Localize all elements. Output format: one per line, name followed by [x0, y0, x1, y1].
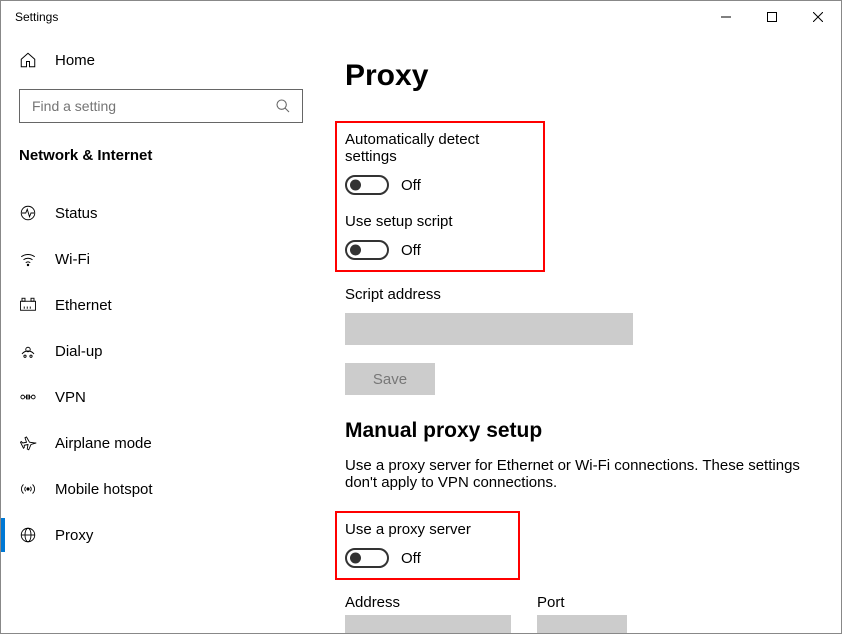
page-title: Proxy — [345, 59, 817, 93]
manual-section-title: Manual proxy setup — [345, 419, 817, 443]
search-input[interactable] — [30, 97, 274, 115]
home-link[interactable]: Home — [1, 41, 321, 79]
sidebar: Home Network & Internet Status Wi-Fi — [1, 33, 321, 633]
sidebar-item-label: Status — [55, 205, 98, 222]
save-button-label: Save — [373, 371, 407, 388]
search-box[interactable] — [19, 89, 303, 123]
content: Proxy Automatically detect settings Off … — [321, 33, 841, 633]
sidebar-item-label: Ethernet — [55, 297, 112, 314]
status-icon — [19, 204, 37, 222]
use-proxy-toggle[interactable] — [345, 548, 389, 568]
category-title: Network & Internet — [1, 141, 321, 180]
sidebar-item-label: Mobile hotspot — [55, 481, 153, 498]
close-button[interactable] — [795, 1, 841, 33]
auto-detect-label: Automatically detect settings — [345, 131, 531, 165]
ethernet-icon — [19, 296, 37, 314]
maximize-button[interactable] — [749, 1, 795, 33]
proxy-icon — [19, 526, 37, 544]
manual-help-text: Use a proxy server for Ethernet or Wi-Fi… — [345, 457, 805, 491]
sidebar-item-vpn[interactable]: VPN — [1, 374, 321, 420]
use-script-label: Use setup script — [345, 213, 531, 230]
vpn-icon — [19, 388, 37, 406]
sidebar-item-label: VPN — [55, 389, 86, 406]
sidebar-item-label: Airplane mode — [55, 435, 152, 452]
search-icon — [274, 97, 292, 115]
script-address-label: Script address — [345, 286, 817, 303]
use-proxy-label: Use a proxy server — [345, 521, 506, 538]
minimize-button[interactable] — [703, 1, 749, 33]
sidebar-item-hotspot[interactable]: Mobile hotspot — [1, 466, 321, 512]
sidebar-item-label: Wi-Fi — [55, 251, 90, 268]
address-input — [345, 615, 511, 633]
highlight-auto-section: Automatically detect settings Off Use se… — [335, 121, 545, 272]
use-script-toggle[interactable] — [345, 240, 389, 260]
home-label: Home — [55, 52, 95, 69]
sidebar-item-ethernet[interactable]: Ethernet — [1, 282, 321, 328]
address-label: Address — [345, 594, 511, 611]
highlight-proxy-section: Use a proxy server Off — [335, 511, 520, 580]
use-proxy-state: Off — [401, 550, 421, 567]
port-input — [537, 615, 627, 633]
home-icon — [19, 51, 37, 69]
airplane-icon — [19, 434, 37, 452]
sidebar-item-status[interactable]: Status — [1, 190, 321, 236]
use-script-state: Off — [401, 242, 421, 259]
sidebar-item-label: Dial-up — [55, 343, 103, 360]
sidebar-item-proxy[interactable]: Proxy — [1, 512, 321, 558]
script-address-input — [345, 313, 633, 345]
save-button: Save — [345, 363, 435, 395]
sidebar-item-label: Proxy — [55, 527, 93, 544]
sidebar-item-airplane[interactable]: Airplane mode — [1, 420, 321, 466]
sidebar-item-wifi[interactable]: Wi-Fi — [1, 236, 321, 282]
auto-detect-state: Off — [401, 177, 421, 194]
auto-detect-toggle[interactable] — [345, 175, 389, 195]
hotspot-icon — [19, 480, 37, 498]
titlebar: Settings — [1, 1, 841, 33]
dialup-icon — [19, 342, 37, 360]
wifi-icon — [19, 250, 37, 268]
sidebar-item-dialup[interactable]: Dial-up — [1, 328, 321, 374]
port-label: Port — [537, 594, 627, 611]
window-title: Settings — [15, 10, 58, 24]
